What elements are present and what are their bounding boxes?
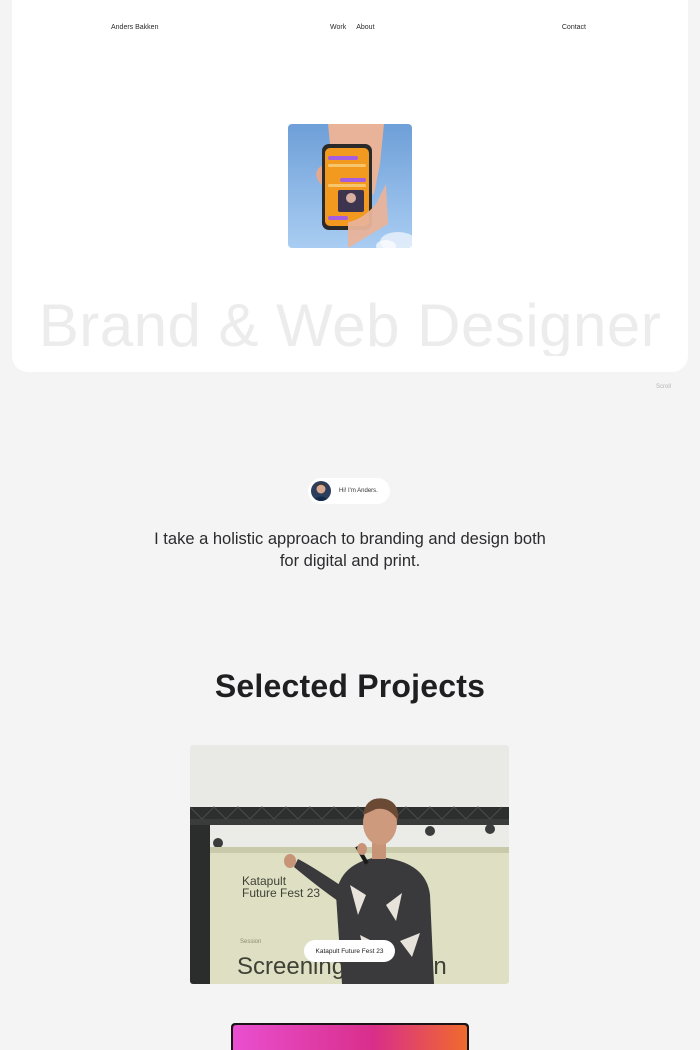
intro-chip-text: Hi! I'm Anders. [339,488,378,494]
nav-links: Work About [330,24,375,31]
project-2-thumbnail [231,1023,469,1050]
intro-statement: I take a holistic approach to branding a… [154,530,546,570]
intro-chip: Hi! I'm Anders. [308,478,390,504]
hero-phone-illustration [288,124,412,248]
brand-link[interactable]: Anders Bakken [111,24,158,31]
hero-phone-image [288,124,412,248]
nav-work-link[interactable]: Work [330,24,346,31]
page: Anders Bakken Work About Contact Brand &… [0,0,700,1050]
avatar-portrait-icon [311,481,331,501]
hero-title: Brand & Web Designer [38,292,662,356]
hero-card: Anders Bakken Work About Contact Brand &… [12,0,688,372]
project-card-2[interactable] [231,1023,469,1050]
scroll-hint: Scroll [655,384,671,390]
avatar [311,481,331,501]
nav-contact-link[interactable]: Contact [562,24,586,31]
project-label[interactable]: Katapult Future Fest 23 [304,940,395,962]
top-nav: Anders Bakken Work About Contact [12,24,688,36]
sign-future-fest: Future Fest 23 [242,886,320,900]
sign-session: Session [240,939,261,945]
nav-about-link[interactable]: About [356,24,374,31]
selected-projects-title: Selected Projects [214,668,486,704]
